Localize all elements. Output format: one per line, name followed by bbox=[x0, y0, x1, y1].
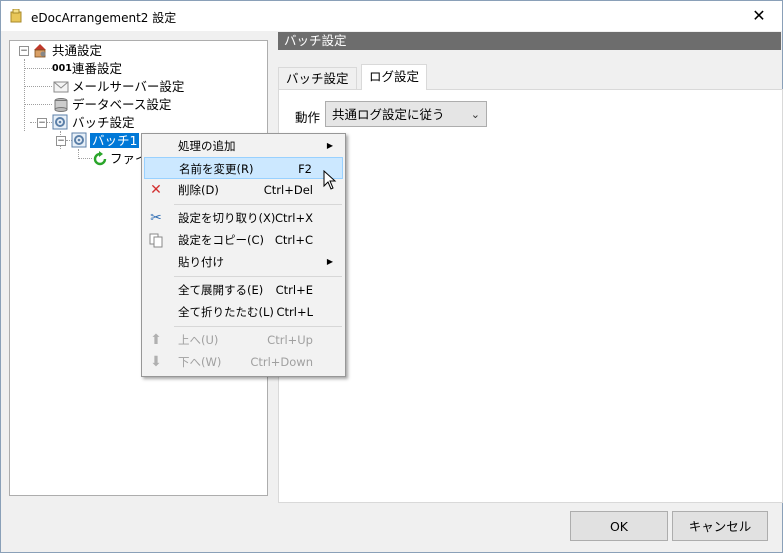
menu-item-cut[interactable]: ✂ 設定を切り取り(X) Ctrl+X bbox=[144, 207, 343, 229]
tree-node-label: メールサーバー設定 bbox=[72, 79, 185, 94]
menu-separator bbox=[174, 276, 342, 277]
menu-item-shortcut: Ctrl+Del bbox=[263, 183, 313, 197]
mouse-pointer-icon bbox=[323, 170, 337, 190]
tree-connector bbox=[78, 158, 92, 159]
menu-item-label: 全て展開する(E) bbox=[178, 283, 264, 297]
close-button[interactable]: ✕ bbox=[736, 1, 782, 31]
menu-item-label: 削除(D) bbox=[178, 183, 219, 197]
menu-item-move-down[interactable]: ⬇ 下へ(W) Ctrl+Down bbox=[144, 351, 343, 373]
menu-item-label: 設定をコピー(C) bbox=[178, 233, 265, 247]
menu-item-label: 上へ(U) bbox=[178, 333, 219, 347]
menu-item-collapse-all[interactable]: 全て折りたたむ(L) Ctrl+L bbox=[144, 301, 343, 323]
red-x-icon: ✕ bbox=[150, 182, 162, 198]
settings-window: eDocArrangement2 設定 ✕ − 共通設定 001 連番設定 メー… bbox=[0, 0, 783, 553]
menu-item-rename[interactable]: 名前を変更(R) F2 bbox=[144, 157, 343, 179]
ok-button[interactable]: OK bbox=[570, 511, 668, 541]
batch-gear-icon bbox=[71, 132, 87, 148]
menu-separator bbox=[174, 204, 342, 205]
tab-batch-settings[interactable]: バッチ設定 bbox=[278, 67, 357, 89]
tree-node-label: バッチ1 bbox=[90, 133, 140, 148]
tree-node-database[interactable]: データベース設定 bbox=[72, 96, 171, 114]
tree-expander[interactable]: − bbox=[19, 46, 29, 56]
scissors-icon: ✂ bbox=[150, 210, 162, 226]
menu-item-shortcut: F2 bbox=[298, 162, 312, 176]
tree-connector bbox=[24, 104, 52, 105]
tree-connector bbox=[24, 59, 25, 131]
chevron-down-icon: ⌄ bbox=[470, 108, 480, 121]
tree-node-batch-settings[interactable]: バッチ設定 bbox=[72, 114, 135, 132]
menu-item-label: 全て折りたたむ(L) bbox=[178, 305, 274, 319]
numbering-001-icon: 001 bbox=[52, 63, 72, 74]
menu-item-label: 処理の追加 bbox=[178, 139, 236, 153]
operation-select-value: 共通ログ設定に従う bbox=[332, 107, 445, 122]
menu-item-copy[interactable]: 設定をコピー(C) Ctrl+C bbox=[144, 229, 343, 251]
tree-expander[interactable]: − bbox=[56, 136, 66, 146]
up-arrow-icon: ⬆ bbox=[150, 332, 162, 348]
menu-separator bbox=[174, 326, 342, 327]
tree-node-label: 連番設定 bbox=[72, 61, 123, 76]
menu-item-shortcut: Ctrl+X bbox=[275, 211, 313, 225]
database-icon bbox=[54, 98, 68, 112]
batch-gear-icon bbox=[52, 114, 68, 130]
menu-item-label: 名前を変更(R) bbox=[179, 162, 254, 176]
tree-node-common[interactable]: 共通設定 bbox=[52, 42, 102, 60]
menu-item-shortcut: Ctrl+L bbox=[276, 305, 313, 319]
tree-node-label: バッチ設定 bbox=[72, 115, 135, 130]
window-title: eDocArrangement2 設定 bbox=[31, 11, 177, 25]
log-settings-page: 動作 共通ログ設定に従う ⌄ bbox=[278, 89, 783, 503]
menu-item-label: 下へ(W) bbox=[178, 355, 222, 369]
menu-item-add-process[interactable]: 処理の追加 ▶ bbox=[144, 135, 343, 157]
section-title: バッチ設定 bbox=[278, 32, 781, 50]
mail-envelope-icon bbox=[53, 81, 69, 93]
menu-item-paste[interactable]: 貼り付け ▶ bbox=[144, 251, 343, 273]
submenu-arrow-icon: ▶ bbox=[326, 257, 333, 266]
green-refresh-icon bbox=[93, 151, 107, 166]
menu-item-shortcut: Ctrl+E bbox=[275, 283, 313, 297]
tree-connector bbox=[24, 68, 52, 69]
tree-connector bbox=[24, 86, 52, 87]
tree-expander[interactable]: − bbox=[37, 118, 47, 128]
menu-item-delete[interactable]: ✕ 削除(D) Ctrl+Del bbox=[144, 179, 343, 201]
operation-select[interactable]: 共通ログ設定に従う ⌄ bbox=[325, 101, 487, 127]
house-gear-icon bbox=[34, 44, 46, 58]
menu-item-move-up[interactable]: ⬆ 上へ(U) Ctrl+Up bbox=[144, 329, 343, 351]
tree-node-label: 共通設定 bbox=[52, 43, 103, 58]
submenu-arrow-icon: ▶ bbox=[326, 141, 333, 150]
tab-log-settings[interactable]: ログ設定 bbox=[361, 64, 428, 90]
tree-node-label: データベース設定 bbox=[72, 97, 172, 112]
menu-item-shortcut: Ctrl+C bbox=[274, 233, 313, 247]
tab-strip: バッチ設定 ログ設定 bbox=[278, 64, 781, 90]
tree-node-batch1[interactable]: バッチ1 bbox=[90, 132, 140, 150]
tree-node-mail-server[interactable]: メールサーバー設定 bbox=[72, 78, 184, 96]
settings-detail-panel: バッチ設定 バッチ設定 ログ設定 動作 共通ログ設定に従う ⌄ bbox=[278, 32, 783, 503]
copy-icon bbox=[149, 233, 163, 248]
cancel-button[interactable]: キャンセル bbox=[672, 511, 768, 541]
menu-item-label: 設定を切り取り(X) bbox=[178, 211, 276, 225]
menu-item-shortcut: Ctrl+Up bbox=[267, 333, 313, 347]
down-arrow-icon: ⬇ bbox=[150, 354, 162, 370]
tree-node-numbering[interactable]: 連番設定 bbox=[72, 60, 122, 78]
app-icon bbox=[10, 9, 22, 23]
title-bar: eDocArrangement2 設定 ✕ bbox=[1, 1, 782, 31]
menu-item-label: 貼り付け bbox=[178, 255, 224, 269]
operation-label: 動作 bbox=[295, 110, 321, 125]
menu-item-shortcut: Ctrl+Down bbox=[250, 355, 313, 369]
menu-item-expand-all[interactable]: 全て展開する(E) Ctrl+E bbox=[144, 279, 343, 301]
context-menu: 処理の追加 ▶ 名前を変更(R) F2 ✕ 削除(D) Ctrl+Del ✂ 設… bbox=[141, 133, 346, 377]
